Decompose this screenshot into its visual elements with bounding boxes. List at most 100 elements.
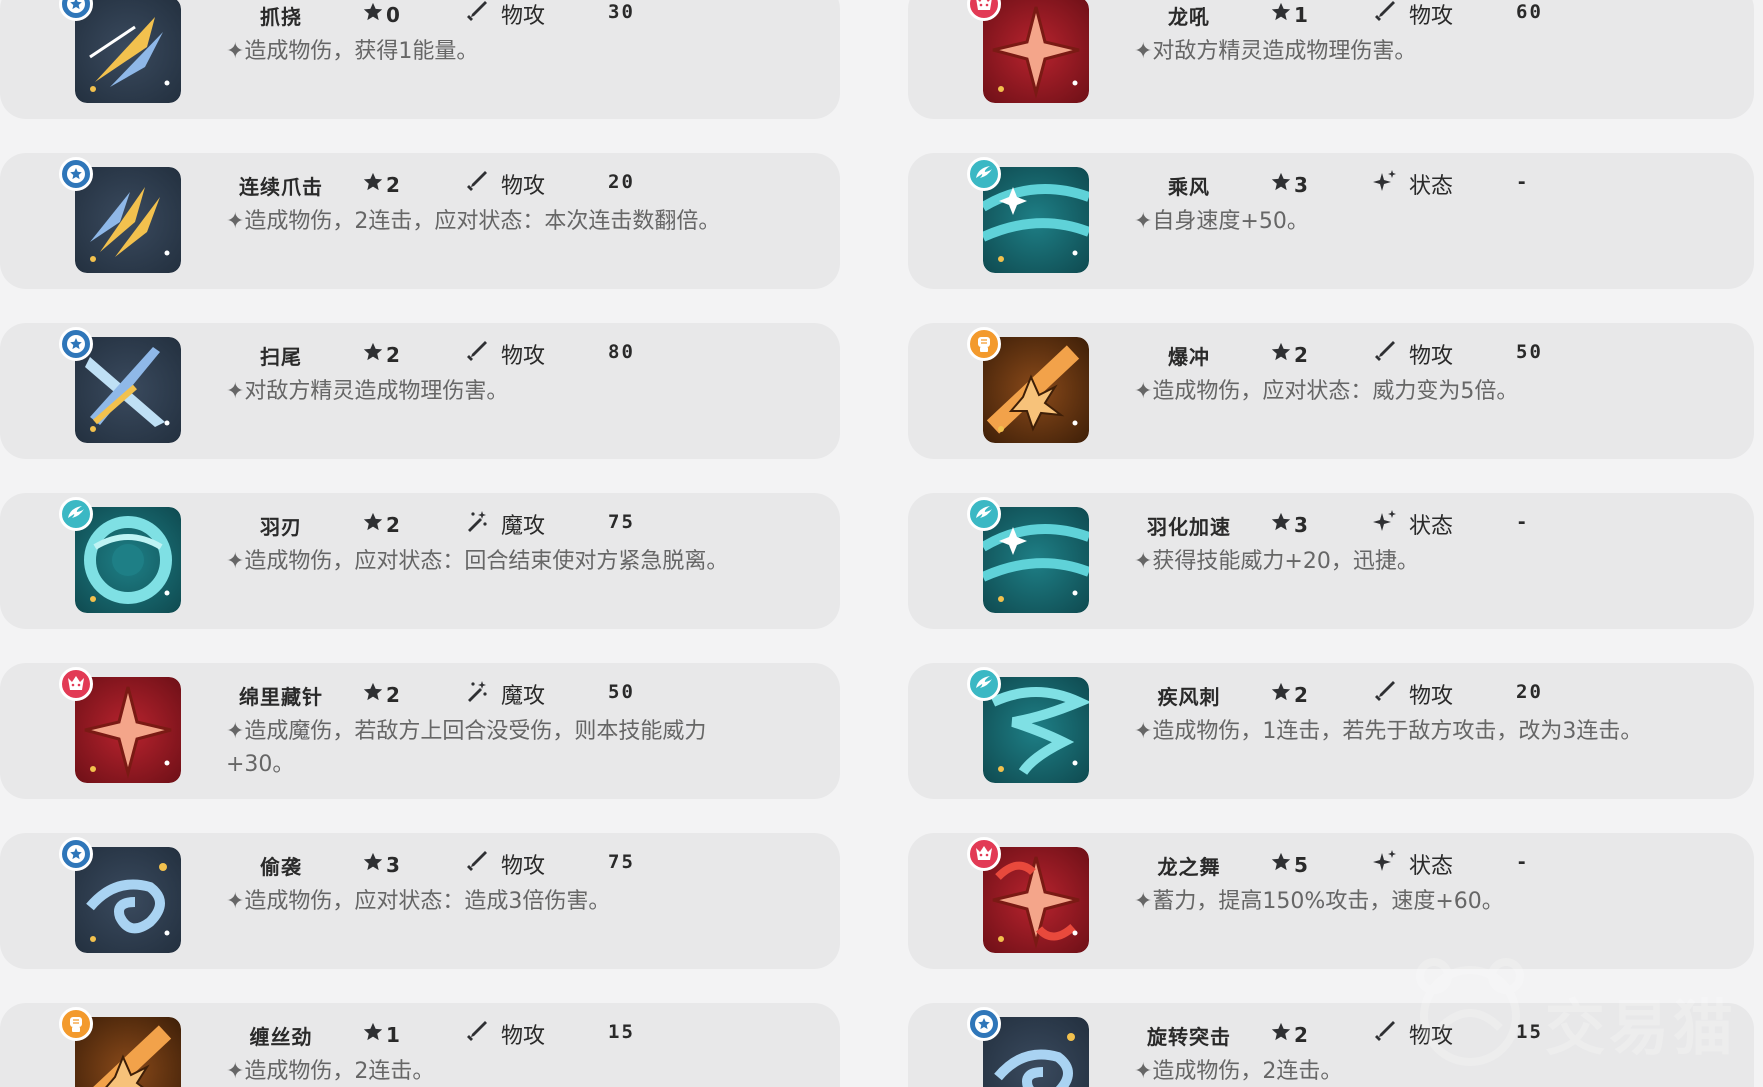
skill-cost-value: 2 [386,172,400,197]
skill-power: 75 [608,851,635,873]
skill-category: 物攻 [465,0,545,30]
sword-icon [1373,679,1409,709]
skill-category: 状态 [1373,848,1453,880]
skill-description: ✦造成物伤，2连击，应对状态：本次连击数翻倍。 [226,209,721,234]
skill-description: ✦造成物伤，2连击。 [226,1059,435,1084]
skill-name: 绵里藏针 [239,685,323,709]
skill-card[interactable]: 偷袭 3 物攻 75 ✦造成物伤，应对状态：造成3倍伤害。 [0,833,840,969]
skill-power: - [1516,171,1530,193]
skill-icon-wrap [967,497,1091,615]
skill-category: 状态 [1373,508,1453,540]
skill-cost-value: 2 [1294,342,1308,367]
wing-badge-icon [967,497,1001,531]
skill-card[interactable]: 爆冲 2 物攻 50 ✦造成物伤，应对状态：威力变为5倍。 [908,323,1754,459]
skill-card[interactable]: 疾风刺 2 物攻 20 ✦造成物伤，1连击，若先于敌方攻击，改为3连击。 [908,663,1754,799]
skill-description: ✦自身速度+50。 [1134,209,1309,234]
skill-category-label: 物攻 [501,344,546,369]
skill-category: 物攻 [465,168,545,200]
skill-category-label: 状态 [1409,174,1454,199]
skill-card[interactable]: 羽刃 2 魔攻 75 ✦造成物伤，应对状态：回合结束使对方紧急脱离。 [0,493,840,629]
skill-card[interactable]: 龙吼 1 物攻 60 ✦对敌方精灵造成物理伤害。 [908,0,1754,119]
impact-orange-skill-art-icon [983,337,1089,443]
skill-card[interactable]: 抓挠 0 物攻 30 ✦造成物伤，获得1能量。 [0,0,840,119]
skill-cost: 0 [362,1,400,28]
skill-card[interactable]: 缠丝劲 1 物攻 15 ✦造成物伤，2连击。 [0,1003,840,1087]
wing-badge-icon [967,157,1001,191]
sword-icon [465,339,501,369]
skill-icon-wrap [967,667,1091,785]
skill-card[interactable]: 连续爪击 2 物攻 20 ✦造成物伤，2连击，应对状态：本次连击数翻倍。 [0,153,840,289]
skill-card[interactable]: 绵里藏针 2 魔攻 50 ✦造成魔伤，若敌方上回合没受伤，则本技能威力+30。 [0,663,840,799]
skill-category-label: 物攻 [1409,684,1454,709]
skill-category: 物攻 [1373,0,1453,30]
tornado-teal-skill-art-icon [983,677,1089,783]
skill-cost: 2 [1270,341,1308,368]
burst-red-skill-art-icon [983,0,1089,103]
skill-cost: 1 [1270,1,1308,28]
skill-card[interactable]: 乘风 3 状态 - ✦自身速度+50。 [908,153,1754,289]
dragon-badge-icon [59,667,93,701]
sword-icon [1373,0,1409,29]
skill-description: ✦造成魔伤，若敌方上回合没受伤，则本技能威力+30。 [226,719,707,777]
swirl-teal-skill-art-icon [75,507,181,613]
skill-icon-wrap [59,837,183,955]
skill-cost-value: 0 [386,2,400,27]
dragon-badge-icon [967,0,1001,21]
energy-star-icon [362,681,386,708]
skill-card[interactable]: 扫尾 2 物攻 80 ✦对敌方精灵造成物理伤害。 [0,323,840,459]
skill-category-label: 物攻 [501,4,546,29]
skill-grid: 抓挠 0 物攻 30 ✦造成物伤，获得1能量。 龙吼 1 物攻 60 ✦对敌方精灵造成物理伤害。连… [0,0,1763,1087]
skill-cost: 5 [1270,851,1308,878]
skill-cost-value: 2 [386,512,400,537]
skill-cost-value: 5 [1294,852,1308,877]
dragon-badge-icon [967,837,1001,871]
skill-category-label: 状态 [1409,514,1454,539]
skill-category-label: 魔攻 [501,684,546,709]
sparkle-icon [1373,509,1409,539]
energy-star-icon [1270,171,1294,198]
skill-card[interactable]: 龙之舞 5 状态 - ✦蓄力，提高150%攻击，速度+60。 [908,833,1754,969]
star-badge-icon [59,837,93,871]
skill-name: 抓挠 [260,5,302,29]
skill-power: 15 [608,1021,635,1043]
skill-name: 连续爪击 [239,175,323,199]
skill-description: ✦获得技能威力+20，迅捷。 [1134,549,1419,574]
skill-icon-wrap [967,327,1091,445]
cross-blue-skill-art-icon [75,337,181,443]
skill-icon-wrap [59,157,183,275]
star-badge-icon [59,157,93,191]
skill-icon-wrap [967,157,1091,275]
skill-cost: 2 [362,511,400,538]
skill-description: ✦造成物伤，1连击，若先于敌方攻击，改为3连击。 [1134,719,1643,744]
wind-teal-skill-art-icon [983,507,1089,613]
skill-icon-wrap [967,0,1091,105]
claws-yellow-skill-art-icon [75,167,181,273]
skill-category: 物攻 [1373,1018,1453,1050]
skill-cost: 2 [362,681,400,708]
sparkle-icon [1373,849,1409,879]
skill-cost-value: 2 [1294,1022,1308,1047]
skill-category: 魔攻 [465,678,545,710]
skill-icon-wrap [59,497,183,615]
skill-description: ✦造成物伤，2连击。 [1134,1059,1343,1084]
skill-category-label: 物攻 [1409,4,1454,29]
skill-card[interactable]: 羽化加速 3 状态 - ✦获得技能威力+20，迅捷。 [908,493,1754,629]
fist-badge-icon [967,327,1001,361]
skill-card[interactable]: 旋转突击 2 物攻 15 ✦造成物伤，2连击。 [908,1003,1754,1087]
sword-icon [465,1019,501,1049]
skill-category: 物攻 [465,848,545,880]
magic-icon [465,509,501,539]
star-badge-icon [59,327,93,361]
skill-power: - [1516,851,1530,873]
wing-badge-icon [59,497,93,531]
skill-icon-wrap [59,327,183,445]
energy-star-icon [1270,1,1294,28]
skill-description: ✦对敌方精灵造成物理伤害。 [226,379,509,404]
star-badge-icon [967,1007,1001,1041]
skill-category: 物攻 [1373,338,1453,370]
fist-badge-icon [59,1007,93,1041]
skill-category-label: 物攻 [501,854,546,879]
energy-star-icon [1270,851,1294,878]
skill-power: 50 [1516,341,1543,363]
skill-cost-value: 2 [386,342,400,367]
